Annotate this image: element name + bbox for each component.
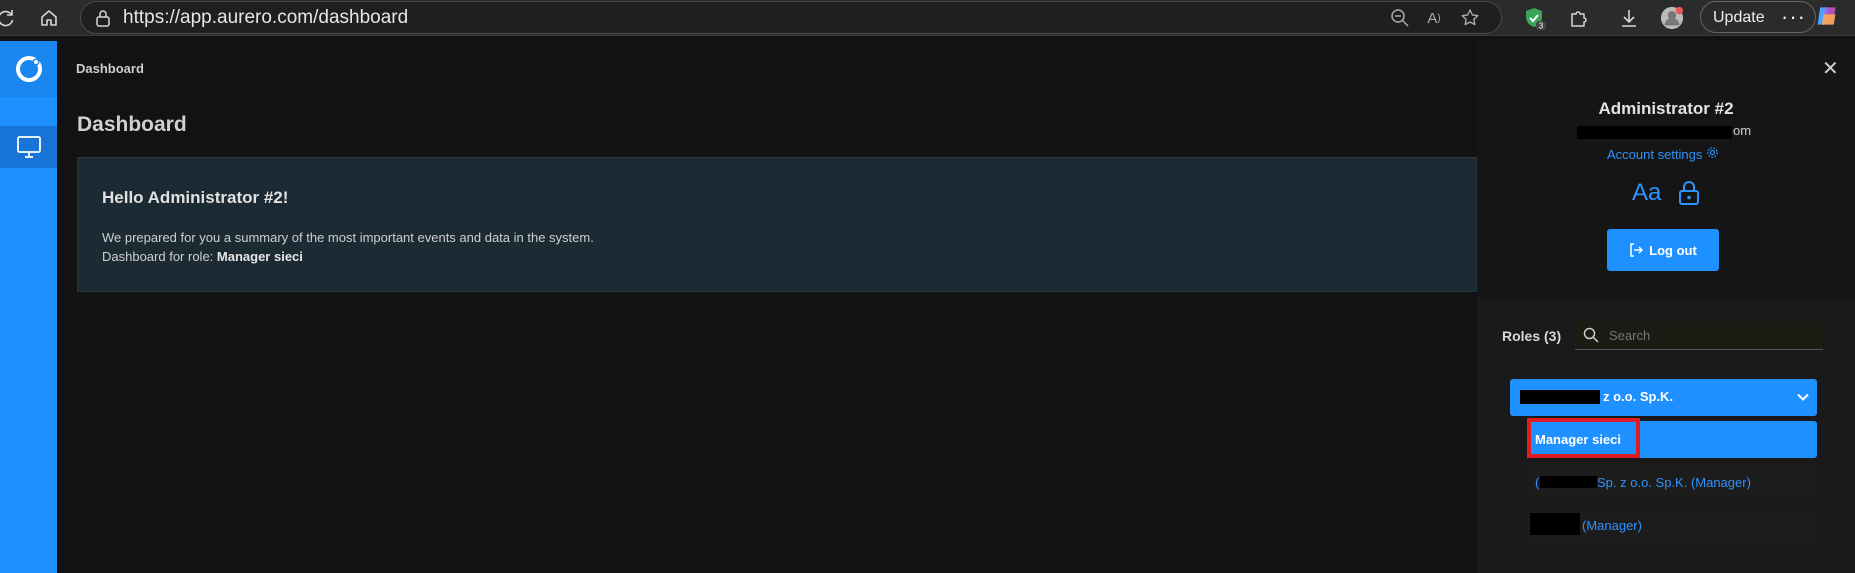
extension-badge: 3 <box>1539 22 1544 31</box>
role-prefix: Dashboard for role: <box>102 249 217 264</box>
user-name: Administrator #2 <box>1598 99 1734 118</box>
download-icon[interactable] <box>1617 6 1641 30</box>
extensions-puzzle-icon[interactable] <box>1566 6 1590 30</box>
user-email: om <box>1577 123 1777 141</box>
font-size-toggle[interactable]: Aa <box>1632 179 1661 207</box>
role-item-manager[interactable]: (Manager) <box>1527 507 1817 544</box>
roles-search[interactable] <box>1575 321 1823 350</box>
role-group-header[interactable]: z o.o. Sp.K. <box>1510 379 1817 416</box>
more-menu-icon[interactable]: ··· <box>1781 4 1806 30</box>
welcome-card: Hello Administrator #2! We prepared for … <box>77 157 1477 292</box>
browser-toolbar: https://app.aurero.com/dashboard A) 3 Up… <box>0 0 1855 36</box>
read-aloud-icon[interactable]: A) <box>1422 6 1446 30</box>
lock-icon <box>96 10 110 27</box>
lock-icon[interactable] <box>1677 180 1701 206</box>
logout-button[interactable]: Log out <box>1607 229 1719 271</box>
account-settings-link[interactable]: Account settings <box>1607 146 1719 162</box>
sidebar-item-dashboard[interactable] <box>0 126 57 168</box>
page-title: Dashboard <box>77 113 187 136</box>
breadcrumb[interactable]: Dashboard <box>76 61 144 76</box>
current-role: Manager sieci <box>216 249 303 264</box>
user-panel: ✕ Administrator #2 om Account settings A… <box>1477 41 1855 573</box>
update-label: Update <box>1713 9 1765 26</box>
copilot-icon[interactable] <box>1815 4 1839 28</box>
role-item-manager-sieci[interactable]: Manager sieci <box>1527 418 1817 458</box>
company-name-redaction <box>1520 390 1600 404</box>
account-settings-label: Account settings <box>1607 147 1703 162</box>
chevron-down-icon <box>1797 393 1809 401</box>
role-label: Manager sieci <box>1535 432 1621 447</box>
zoom-out-icon[interactable] <box>1388 6 1412 30</box>
role-name-redaction <box>1530 513 1580 535</box>
favorite-star-icon[interactable] <box>1458 6 1482 30</box>
home-icon[interactable] <box>37 6 61 30</box>
email-tail: om <box>1733 123 1752 138</box>
welcome-line-2: Dashboard for role: Manager sieci <box>102 247 594 266</box>
close-icon[interactable]: ✕ <box>1822 56 1839 81</box>
role-label: Sp. z o.o. Sp.K. (Manager) <box>1597 475 1751 490</box>
url-text: https://app.aurero.com/dashboard <box>123 7 409 28</box>
search-icon <box>1583 327 1599 343</box>
monitor-icon <box>16 136 41 158</box>
logout-icon <box>1630 243 1644 257</box>
address-bar[interactable]: https://app.aurero.com/dashboard A) <box>80 1 1502 34</box>
update-button[interactable]: Update ··· <box>1700 1 1816 33</box>
app-sidebar <box>0 41 57 573</box>
email-redaction <box>1577 126 1732 139</box>
refresh-icon[interactable] <box>0 6 18 30</box>
role-group-label: z o.o. Sp.K. <box>1603 389 1674 404</box>
profile-avatar-icon[interactable] <box>1660 6 1684 30</box>
welcome-text: We prepared for you a summary of the mos… <box>102 228 594 266</box>
role-name-redaction <box>1540 476 1597 488</box>
role-label: (Manager) <box>1582 518 1642 533</box>
roles-count-label: Roles (3) <box>1502 328 1562 344</box>
logout-label: Log out <box>1649 242 1697 258</box>
user-panel-header: ✕ Administrator #2 om Account settings A… <box>1477 41 1855 299</box>
main-content: Dashboard Dashboard Hello Administrator … <box>57 41 1477 573</box>
role-prefix-char: ( <box>1535 475 1540 490</box>
shield-extension-icon[interactable]: 3 <box>1522 6 1546 30</box>
app-logo-icon[interactable] <box>0 41 57 97</box>
role-item-company-manager[interactable]: ( Sp. z o.o. Sp.K. (Manager) <box>1527 464 1817 501</box>
gear-icon <box>1707 147 1718 158</box>
welcome-line-1: We prepared for you a summary of the mos… <box>102 230 594 245</box>
search-input[interactable] <box>1609 321 1819 349</box>
welcome-title: Hello Administrator #2! <box>102 188 289 207</box>
